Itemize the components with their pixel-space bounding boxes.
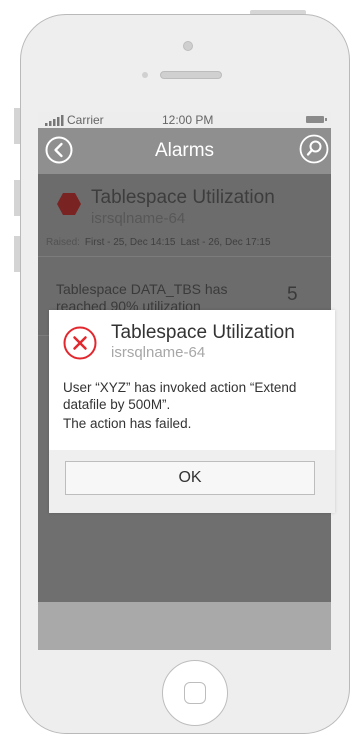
proximity-sensor bbox=[142, 72, 148, 78]
home-button[interactable] bbox=[162, 660, 228, 726]
dialog-title: Tablespace Utilization bbox=[111, 322, 295, 343]
ok-button[interactable]: OK bbox=[65, 461, 315, 495]
status-bar: Carrier 12:00 PM bbox=[38, 112, 331, 128]
dialog-subtitle: isrsqlname-64 bbox=[111, 344, 206, 361]
raised-info: Raised: First - 25, Dec 14:15 Last - 26, D… bbox=[46, 237, 271, 248]
dialog-button-area: OK bbox=[49, 450, 335, 513]
bottom-toolbar bbox=[38, 602, 331, 650]
severity-hexagon-icon bbox=[57, 193, 81, 215]
raised-first: First - 25, Dec 14:15 bbox=[84, 237, 176, 248]
home-square-icon bbox=[184, 682, 206, 704]
nav-bar: Alarms bbox=[38, 128, 331, 174]
carrier-label: Carrier bbox=[67, 113, 104, 127]
signal-icon bbox=[45, 115, 64, 126]
alarm-header: Tablespace Utilization isrsqlname-64 Rai… bbox=[38, 174, 331, 257]
raised-label: Raised: bbox=[46, 237, 80, 248]
page-title: Alarms bbox=[154, 140, 215, 161]
dialog-status: The action has failed. bbox=[63, 416, 192, 431]
raised-last: Last - 26, Dec 17:15 bbox=[180, 237, 271, 248]
error-x-icon bbox=[63, 326, 97, 360]
alarm-title: Tablespace Utilization bbox=[91, 187, 275, 208]
clock: 12:00 PM bbox=[162, 113, 214, 127]
search-icon[interactable] bbox=[299, 134, 329, 164]
list-item-count: 5 bbox=[287, 284, 298, 305]
battery-icon bbox=[306, 116, 327, 123]
alarm-host: isrsqlname-64 bbox=[91, 210, 186, 227]
earpiece-speaker bbox=[160, 71, 222, 79]
alert-dialog: Tablespace Utilization isrsqlname-64 Use… bbox=[49, 310, 335, 513]
dialog-message: User “XYZ” has invoked action “Extend da… bbox=[63, 380, 297, 412]
front-camera bbox=[183, 41, 193, 51]
